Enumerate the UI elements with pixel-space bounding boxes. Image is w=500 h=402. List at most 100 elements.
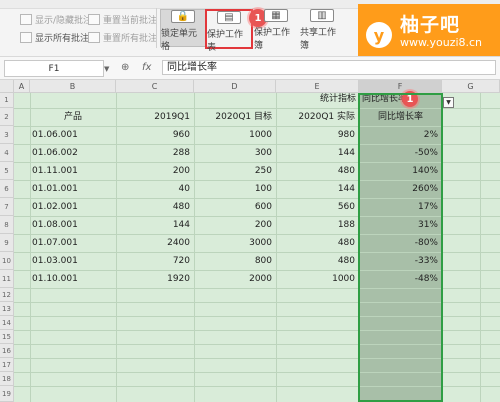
cell-target[interactable]: 2000: [194, 270, 272, 288]
cell-actual[interactable]: 560: [276, 198, 355, 216]
comments-icon: [20, 32, 32, 43]
row-header[interactable]: 3: [0, 126, 14, 144]
cell-actual[interactable]: 480: [276, 162, 355, 180]
row-header[interactable]: 5: [0, 162, 14, 180]
row-header[interactable]: 12: [0, 288, 14, 302]
cell-growth[interactable]: 31%: [359, 216, 438, 234]
row-header[interactable]: 14: [0, 316, 14, 330]
cell-product[interactable]: 01.06.002: [32, 144, 114, 162]
header-2019q1[interactable]: 2019Q1: [116, 108, 190, 126]
gridline: [14, 372, 500, 373]
row-header[interactable]: 16: [0, 344, 14, 358]
cell-growth[interactable]: 140%: [359, 162, 438, 180]
row-header[interactable]: 19: [0, 386, 14, 402]
gridline: [14, 330, 500, 331]
protect-workbook-button[interactable]: ▦ 保护工作簿: [254, 9, 298, 51]
cell-product[interactable]: 01.03.001: [32, 252, 114, 270]
cell-2019q1[interactable]: 200: [116, 162, 190, 180]
share-workbook-button[interactable]: ▥ 共享工作簿: [300, 9, 344, 51]
cell-growth[interactable]: -80%: [359, 234, 438, 252]
cell-target[interactable]: 3000: [194, 234, 272, 252]
header-growth[interactable]: 同比增长率: [359, 108, 442, 126]
formula-bar: F1 ▼ ⊕ fx 同比增长率: [0, 57, 500, 80]
cell-product[interactable]: 01.08.001: [32, 216, 114, 234]
column-header-b[interactable]: B: [30, 80, 116, 93]
cell-target[interactable]: 250: [194, 162, 272, 180]
select-all-corner[interactable]: [0, 80, 14, 93]
reset-current-comment-button[interactable]: 重置当前批注: [88, 13, 157, 26]
cell-growth[interactable]: -48%: [359, 270, 438, 288]
step-badge: 1: [402, 91, 418, 107]
row-header[interactable]: 17: [0, 358, 14, 372]
cell-2019q1[interactable]: 480: [116, 198, 190, 216]
cell-growth[interactable]: -33%: [359, 252, 438, 270]
cell-actual[interactable]: 144: [276, 180, 355, 198]
row-header[interactable]: 13: [0, 302, 14, 316]
row-header[interactable]: 9: [0, 234, 14, 252]
cell-2019q1[interactable]: 40: [116, 180, 190, 198]
cell-2019q1[interactable]: 288: [116, 144, 190, 162]
formula-input[interactable]: 同比增长率: [162, 60, 496, 75]
cell-actual[interactable]: 480: [276, 234, 355, 252]
cell-product[interactable]: 01.06.001: [32, 126, 114, 144]
row-header[interactable]: 1: [0, 93, 14, 108]
cell-growth[interactable]: 17%: [359, 198, 438, 216]
cell-2019q1[interactable]: 720: [116, 252, 190, 270]
cell-2019q1[interactable]: 1920: [116, 270, 190, 288]
stat-label-cell[interactable]: 统计指标: [276, 90, 356, 108]
cell-target[interactable]: 300: [194, 144, 272, 162]
cell-target[interactable]: 800: [194, 252, 272, 270]
column-header-d[interactable]: D: [194, 80, 276, 93]
row-header[interactable]: 18: [0, 372, 14, 386]
column-header-c[interactable]: C: [116, 80, 194, 93]
row-header[interactable]: 10: [0, 252, 14, 270]
fx-icon[interactable]: fx: [142, 62, 151, 73]
cell-target[interactable]: 1000: [194, 126, 272, 144]
protect-sheet-icon: ▤: [217, 11, 241, 24]
gridline: [14, 386, 500, 387]
cell-actual[interactable]: 980: [276, 126, 355, 144]
lock-cell-button[interactable]: 🔒 锁定单元格: [160, 9, 206, 52]
cell-product[interactable]: 01.01.001: [32, 180, 114, 198]
name-box[interactable]: F1: [4, 60, 104, 77]
cell-growth[interactable]: 260%: [359, 180, 438, 198]
cell-2019q1[interactable]: 2400: [116, 234, 190, 252]
protect-sheet-button[interactable]: ▤ 保护工作表: [205, 9, 253, 53]
cell-target[interactable]: 600: [194, 198, 272, 216]
cell-actual[interactable]: 480: [276, 252, 355, 270]
cell-actual[interactable]: 144: [276, 144, 355, 162]
header-2020q1-target[interactable]: 2020Q1 目标: [194, 108, 272, 126]
cell-2019q1[interactable]: 144: [116, 216, 190, 234]
show-hide-comment-button[interactable]: 显示/隐藏批注: [20, 13, 92, 26]
name-box-dropdown-icon[interactable]: ▼: [104, 65, 109, 73]
header-product[interactable]: 产品: [30, 108, 116, 126]
dropdown-arrow-icon[interactable]: ▼: [443, 97, 454, 108]
row-header[interactable]: 15: [0, 330, 14, 344]
row-header[interactable]: 6: [0, 180, 14, 198]
reset-all-comments-button[interactable]: 重置所有批注: [88, 31, 157, 44]
cell-product[interactable]: 01.11.001: [32, 162, 114, 180]
cell-target[interactable]: 100: [194, 180, 272, 198]
cell-product[interactable]: 01.02.001: [32, 198, 114, 216]
cell-growth[interactable]: -50%: [359, 144, 438, 162]
row-header[interactable]: 2: [0, 108, 14, 126]
cell-2019q1[interactable]: 960: [116, 126, 190, 144]
row-header[interactable]: 4: [0, 144, 14, 162]
cell-actual[interactable]: 1000: [276, 270, 355, 288]
cell-actual[interactable]: 188: [276, 216, 355, 234]
zoom-icon[interactable]: ⊕: [121, 62, 129, 73]
row-header[interactable]: 8: [0, 216, 14, 234]
column-header-a[interactable]: A: [14, 80, 30, 93]
header-2020q1-actual[interactable]: 2020Q1 实际: [276, 108, 355, 126]
column-header-g[interactable]: G: [442, 80, 500, 93]
cell-product[interactable]: 01.07.001: [32, 234, 114, 252]
stat-value-cell[interactable]: 同比增长率: [362, 90, 440, 108]
cell-product[interactable]: 01.10.001: [32, 270, 114, 288]
cell-target[interactable]: 200: [194, 216, 272, 234]
protect-workbook-icon: ▦: [264, 9, 288, 22]
spreadsheet-grid[interactable]: A B C D E F G 1 2 3 4 5 6 7 8 9 10 11 12…: [0, 80, 500, 402]
row-header[interactable]: 11: [0, 270, 14, 288]
cell-growth[interactable]: 2%: [359, 126, 438, 144]
row-header[interactable]: 7: [0, 198, 14, 216]
show-all-comments-button[interactable]: 显示所有批注: [20, 31, 89, 44]
